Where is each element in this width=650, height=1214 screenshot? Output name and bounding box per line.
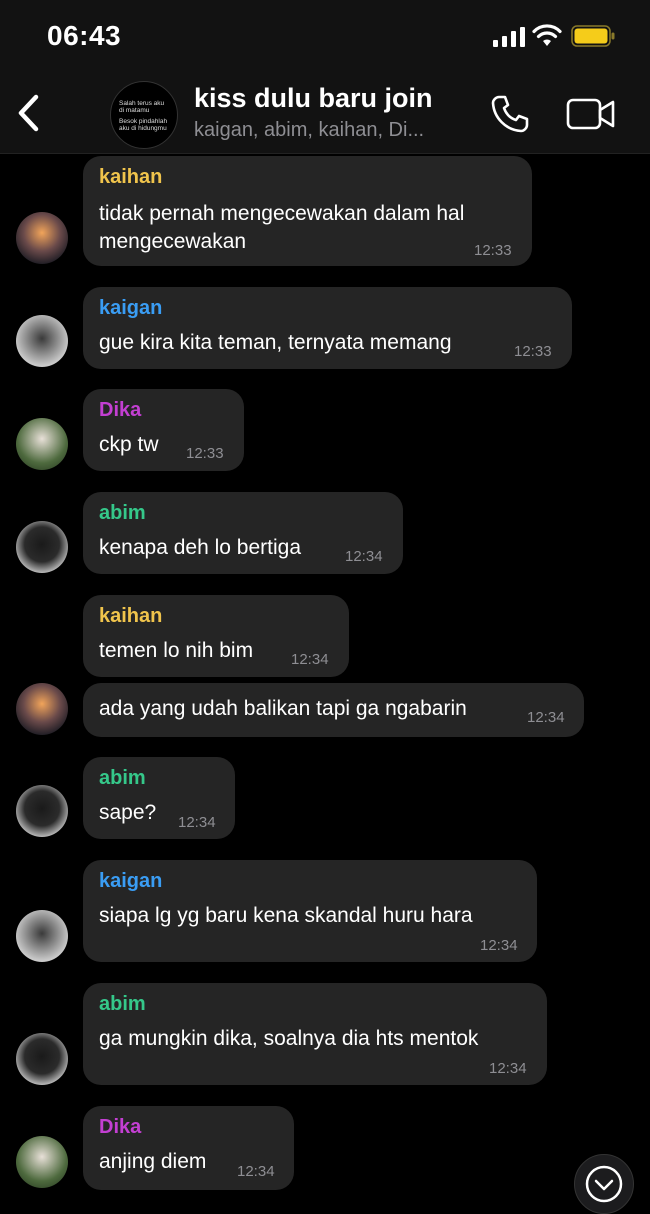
- message-text-line-1: tidak pernah mengecewakan dalam hal: [99, 202, 465, 225]
- message-text-line-2: mengecewakan: [99, 230, 247, 253]
- avatar-abim[interactable]: [16, 1033, 68, 1085]
- avatar-kaihan[interactable]: [16, 212, 68, 264]
- group-avatar[interactable]: Salah terus aku di matamu Besok pindahla…: [110, 81, 178, 149]
- avatar-abim[interactable]: [16, 785, 68, 837]
- message-bubble[interactable]: Dika anjing diem 12:34: [83, 1106, 294, 1190]
- signal-icon: [493, 27, 525, 47]
- message-bubble[interactable]: kaigan gue kira kita teman, ternyata mem…: [83, 287, 572, 369]
- message-list[interactable]: kaihan tidak pernah mengecewakan dalam h…: [0, 153, 650, 1200]
- group-avatar-text-1: Salah terus aku di matamu: [119, 100, 165, 114]
- avatar-abim[interactable]: [16, 521, 68, 573]
- message-text: ckp tw: [99, 433, 159, 456]
- message-bubble[interactable]: kaigan siapa lg yg baru kena skandal hur…: [83, 860, 537, 962]
- sender-name: abim: [99, 502, 146, 524]
- message-bubble[interactable]: abim ga mungkin dika, soalnya dia hts me…: [83, 983, 547, 1085]
- message-text: sape?: [99, 801, 157, 824]
- status-bar: 06:43: [0, 0, 650, 75]
- phone-icon[interactable]: [490, 94, 530, 134]
- message-text: anjing diem: [99, 1150, 207, 1173]
- message-text: kenapa deh lo bertiga: [99, 536, 301, 559]
- back-arrow-icon[interactable]: [12, 91, 48, 135]
- sender-name: kaigan: [99, 297, 163, 319]
- sender-name: kaihan: [99, 166, 163, 188]
- avatar-kaigan[interactable]: [16, 315, 68, 367]
- message-bubble[interactable]: ada yang udah balikan tapi ga ngabarin 1…: [83, 683, 584, 737]
- sender-name: Dika: [99, 399, 142, 421]
- message-bubble[interactable]: kaihan temen lo nih bim 12:34: [83, 595, 349, 677]
- avatar-kaihan[interactable]: [16, 683, 68, 735]
- message-bubble[interactable]: abim sape? 12:34: [83, 757, 235, 839]
- timestamp: 12:33: [514, 343, 552, 360]
- timestamp: 12:34: [527, 709, 565, 726]
- message-text: ga mungkin dika, soalnya dia hts mentok: [99, 1027, 479, 1050]
- chevron-down-icon: [585, 1165, 623, 1203]
- message-text: temen lo nih bim: [99, 639, 254, 662]
- timestamp: 12:34: [480, 937, 518, 954]
- message-text: ada yang udah balikan tapi ga ngabarin: [99, 697, 467, 720]
- message-bubble[interactable]: kaihan tidak pernah mengecewakan dalam h…: [83, 156, 532, 266]
- timestamp: 12:34: [178, 814, 216, 831]
- sender-name: abim: [99, 993, 146, 1015]
- avatar-dika[interactable]: [16, 1136, 68, 1188]
- chat-header: Salah terus aku di matamu Besok pindahla…: [0, 75, 650, 154]
- group-members[interactable]: kaigan, abim, kaihan, Di...: [194, 119, 424, 142]
- timestamp: 12:33: [186, 445, 224, 462]
- message-text: gue kira kita teman, ternyata memang: [99, 331, 452, 354]
- timestamp: 12:34: [345, 548, 383, 565]
- sender-name: Dika: [99, 1116, 142, 1138]
- timestamp: 12:34: [291, 651, 329, 668]
- sender-name: kaihan: [99, 605, 163, 627]
- timestamp: 12:33: [474, 242, 512, 259]
- video-camera-icon[interactable]: [566, 97, 616, 131]
- timestamp: 12:34: [237, 1163, 275, 1180]
- sender-name: abim: [99, 767, 146, 789]
- group-title[interactable]: kiss dulu baru join: [194, 83, 433, 114]
- timestamp: 12:34: [489, 1060, 527, 1077]
- avatar-dika[interactable]: [16, 418, 68, 470]
- avatar-kaigan[interactable]: [16, 910, 68, 962]
- status-time: 06:43: [47, 20, 122, 51]
- message-bubble[interactable]: Dika ckp tw 12:33: [83, 389, 244, 471]
- battery-icon: [571, 25, 615, 47]
- message-bubble[interactable]: abim kenapa deh lo bertiga 12:34: [83, 492, 403, 574]
- wifi-icon: [532, 24, 562, 46]
- group-avatar-text-2: Besok pindahlah aku di hidungmu: [119, 118, 168, 132]
- sender-name: kaigan: [99, 870, 163, 892]
- scroll-to-bottom-button[interactable]: [574, 1154, 634, 1214]
- message-text: siapa lg yg baru kena skandal huru hara: [99, 904, 473, 927]
